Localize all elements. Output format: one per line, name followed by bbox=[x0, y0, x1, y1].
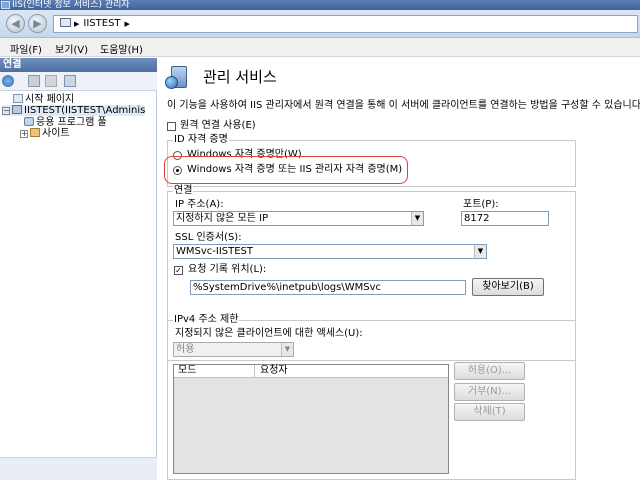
unspecified-access-dropdown[interactable]: 허용 ▼ bbox=[173, 342, 294, 357]
chevron-down-icon: ▼ bbox=[411, 212, 423, 225]
tree-item-app-pools[interactable]: 응용 프로그램 풀 bbox=[24, 117, 107, 128]
column-header-mode[interactable]: 모드 bbox=[178, 365, 196, 377]
disconnect-icon[interactable] bbox=[64, 75, 76, 87]
iis-app-icon bbox=[1, 1, 10, 9]
chevron-down-icon: ▼ bbox=[281, 343, 293, 356]
menu-view[interactable]: 보기(V) bbox=[55, 41, 88, 56]
browse-button[interactable]: 찾아보기(B) bbox=[472, 278, 544, 296]
tree-item-label: 사이트 bbox=[42, 128, 70, 139]
up-icon[interactable] bbox=[45, 75, 57, 87]
menu-help[interactable]: 도움말(H) bbox=[100, 41, 143, 56]
ipv4-rules-list[interactable]: 모드 요청자 bbox=[173, 364, 449, 474]
app-pool-icon bbox=[24, 117, 34, 126]
management-service-icon bbox=[165, 64, 191, 90]
port-label: 포트(P): bbox=[463, 199, 499, 210]
forward-arrow-icon: ▶ bbox=[33, 17, 42, 30]
port-field[interactable]: 8172 bbox=[461, 211, 549, 226]
save-icon[interactable] bbox=[28, 75, 40, 87]
ip-address-dropdown[interactable]: 지정하지 않은 모든 IP ▼ bbox=[173, 211, 424, 226]
sites-folder-icon bbox=[30, 128, 40, 137]
menu-bar: 파일(F) 보기(V) 도움말(H) bbox=[0, 38, 640, 57]
annotation-highlight bbox=[164, 156, 408, 184]
column-header-requester[interactable]: 요청자 bbox=[260, 365, 288, 377]
connections-panel: 연결 시작 페이지 − IISTEST(IISTEST\Adminis 응용 프로… bbox=[0, 58, 157, 480]
ipv4-restrictions-title: IPv4 주소 제한 bbox=[173, 314, 240, 326]
forward-button[interactable]: ▶ bbox=[28, 14, 47, 33]
chevron-down-icon: ▼ bbox=[474, 245, 486, 258]
ssl-certificate-label: SSL 인증서(S): bbox=[175, 232, 242, 243]
breadcrumb[interactable]: ▶ IISTEST ▶ bbox=[53, 15, 638, 33]
back-button[interactable]: ◀ bbox=[6, 14, 25, 33]
tree-item-start-page[interactable]: 시작 페이지 bbox=[13, 94, 74, 105]
id-credentials-title: ID 자격 증명 bbox=[173, 134, 229, 146]
connections-toolbar bbox=[0, 72, 157, 91]
connection-group-title: 연결 bbox=[173, 185, 194, 197]
server-icon bbox=[60, 18, 71, 27]
breadcrumb-chevron[interactable]: ▶ bbox=[125, 20, 130, 28]
ssl-certificate-value: WMSvc-IISTEST bbox=[176, 246, 254, 257]
back-arrow-icon: ◀ bbox=[11, 17, 20, 30]
page-description: 이 기능을 사용하여 IIS 관리자에서 원격 연결을 통해 이 서버에 클라이… bbox=[167, 100, 640, 111]
menu-file[interactable]: 파일(F) bbox=[10, 41, 42, 56]
tree-item-label: 시작 페이지 bbox=[25, 94, 75, 105]
window-title: IIS(인터넷 정보 서비스) 관리자 bbox=[12, 0, 130, 10]
dropdown-icon[interactable] bbox=[18, 79, 24, 85]
deny-button[interactable]: 거부(N)... bbox=[454, 383, 525, 401]
tree-item-sites[interactable]: + 사이트 bbox=[20, 128, 70, 139]
collapse-icon[interactable]: − bbox=[2, 107, 10, 115]
enable-remote-label: 원격 연결 사용(E) bbox=[180, 120, 256, 131]
address-bar: ◀ ▶ ▶ IISTEST ▶ bbox=[0, 10, 640, 38]
connect-icon[interactable] bbox=[2, 75, 14, 87]
window-title-bar[interactable]: IIS(인터넷 정보 서비스) 관리자 bbox=[0, 0, 640, 10]
tree-item-label: 응용 프로그램 풀 bbox=[36, 117, 107, 128]
unspecified-access-value: 허용 bbox=[176, 344, 195, 355]
log-location-label: 요청 기록 위치(L): bbox=[188, 264, 267, 275]
delete-button[interactable]: 삭제(T) bbox=[454, 403, 525, 421]
allow-button[interactable]: 허용(O)... bbox=[454, 362, 525, 380]
tree-item-label: IISTEST(IISTEST\Adminis bbox=[24, 105, 146, 116]
ip-address-label: IP 주소(A): bbox=[175, 199, 224, 210]
management-service-page: 관리 서비스 이 기능을 사용하여 IIS 관리자에서 원격 연결을 통해 이 … bbox=[158, 58, 640, 480]
ip-address-value: 지정하지 않은 모든 IP bbox=[176, 213, 269, 224]
enable-remote-checkbox[interactable] bbox=[167, 122, 176, 131]
connections-header: 연결 bbox=[0, 58, 157, 72]
ssl-certificate-dropdown[interactable]: WMSvc-IISTEST ▼ bbox=[173, 244, 487, 259]
unspecified-access-label: 지정되지 않은 클라이언트에 대한 액세스(U): bbox=[175, 328, 363, 339]
start-page-icon bbox=[13, 94, 23, 103]
connections-footer bbox=[0, 457, 157, 480]
log-location-checkbox[interactable]: ✓ bbox=[174, 266, 183, 275]
server-icon bbox=[12, 105, 22, 114]
breadcrumb-item-server[interactable]: IISTEST bbox=[83, 18, 120, 29]
expand-icon[interactable]: + bbox=[20, 130, 28, 138]
log-path-field[interactable]: %SystemDrive%\inetpub\logs\WMSvc bbox=[190, 280, 466, 295]
list-header: 모드 요청자 bbox=[174, 365, 448, 378]
tree-item-server[interactable]: − IISTEST(IISTEST\Adminis bbox=[2, 105, 146, 116]
page-title: 관리 서비스 bbox=[203, 68, 277, 86]
breadcrumb-separator: ▶ bbox=[74, 20, 80, 28]
